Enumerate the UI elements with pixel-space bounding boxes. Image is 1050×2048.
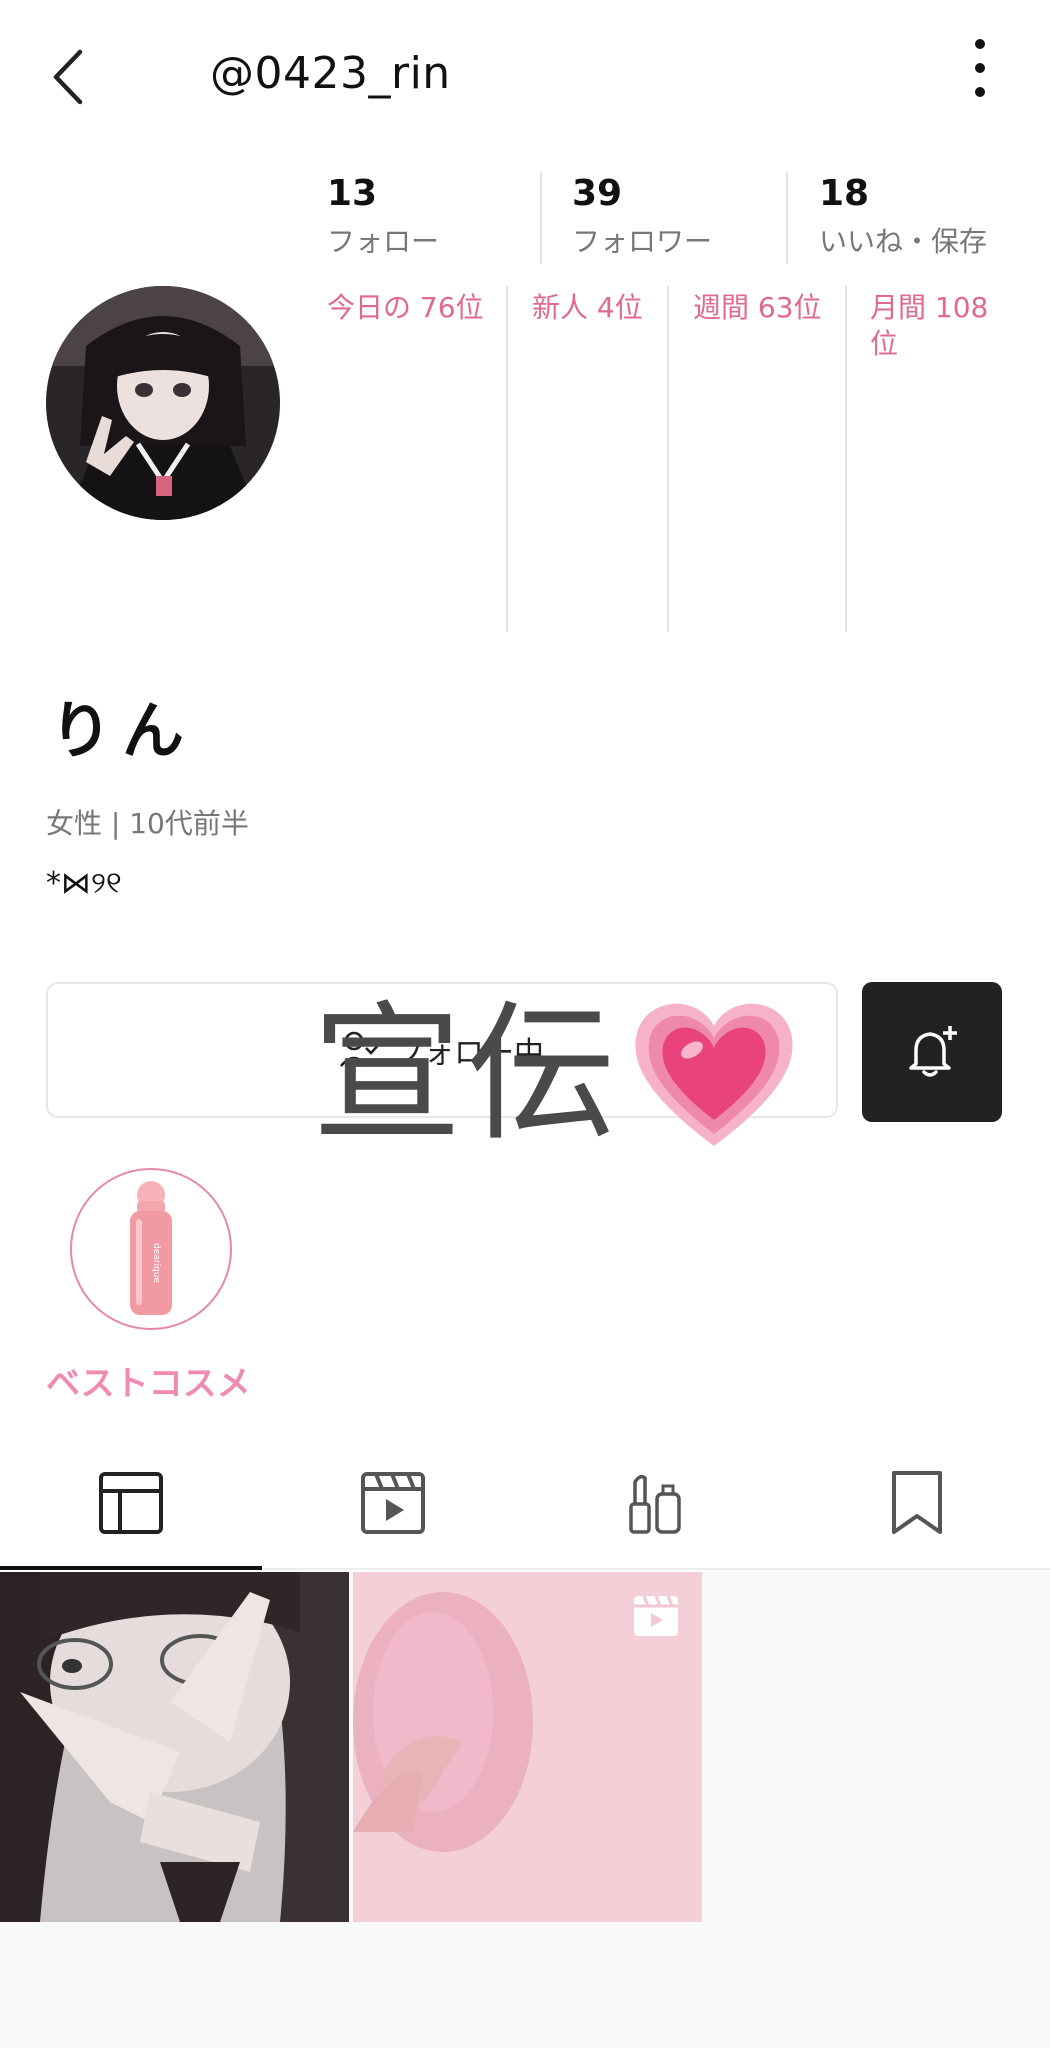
avatar[interactable] xyxy=(46,286,280,520)
more-dot xyxy=(975,87,985,97)
more-dot xyxy=(975,39,985,49)
more-dot xyxy=(975,63,985,73)
followers-label: フォロワー xyxy=(572,225,713,258)
grid-icon xyxy=(99,1472,163,1534)
likes-label: いいね・保存 xyxy=(819,225,988,258)
likes-count: 18 xyxy=(819,173,870,214)
rank-daily[interactable]: 今日の 76位 xyxy=(327,290,487,326)
chevron-left-icon xyxy=(53,49,83,105)
profile-bio: *⋈୨୧ xyxy=(46,866,122,901)
tab-posts-grid[interactable] xyxy=(0,1440,262,1566)
post-photo xyxy=(0,1572,349,1922)
following-button[interactable]: フォロー中 xyxy=(46,982,838,1118)
stat-followers[interactable]: 39 フォロワー xyxy=(572,170,712,260)
rank-divider xyxy=(667,286,669,632)
best-cosme-label: ベストコスメ xyxy=(46,1364,251,1404)
tab-selected-indicator xyxy=(0,1566,262,1570)
rank-weekly[interactable]: 週間 63位 xyxy=(693,290,833,326)
rank-newcomer[interactable]: 新人 4位 xyxy=(532,290,662,326)
product-brand: dearique xyxy=(151,1243,161,1283)
bookmark-icon xyxy=(892,1471,942,1534)
back-button[interactable] xyxy=(38,42,98,112)
lotion-bottle-image: dearique xyxy=(130,1181,172,1315)
best-cosme-item[interactable]: dearique ベストコスメ xyxy=(46,1168,256,1405)
more-options-button[interactable] xyxy=(955,28,1005,108)
post-grid xyxy=(0,1572,1050,2048)
display-name: りん xyxy=(50,694,195,767)
profile-username: @0423_rin xyxy=(210,48,451,99)
avatar-photo xyxy=(46,286,280,520)
profile-tab-bar xyxy=(0,1440,1050,1570)
cosmetics-icon xyxy=(629,1474,681,1534)
tab-cosmetics[interactable] xyxy=(524,1440,786,1566)
stat-divider xyxy=(540,172,542,264)
bell-plus-icon xyxy=(909,1026,957,1077)
best-cosme-thumbnail: dearique xyxy=(70,1168,232,1330)
following-count: 13 xyxy=(327,173,378,214)
stat-following[interactable]: 13 フォロー xyxy=(327,170,439,260)
video-icon xyxy=(361,1472,425,1534)
profile-meta: 女性 | 10代前半 xyxy=(46,807,249,840)
post-thumbnail[interactable] xyxy=(353,1572,702,1922)
notify-button[interactable] xyxy=(862,982,1002,1122)
stat-likes[interactable]: 18 いいね・保存 xyxy=(819,170,987,260)
post-thumbnail[interactable] xyxy=(0,1572,349,1922)
video-post-icon xyxy=(632,1594,680,1642)
rank-divider xyxy=(506,286,508,632)
tab-saved[interactable] xyxy=(786,1440,1048,1566)
following-label: フォロー xyxy=(327,225,440,258)
user-check-icon xyxy=(340,1031,382,1067)
following-label: フォロー中 xyxy=(394,1036,544,1071)
stat-divider xyxy=(786,172,788,264)
rank-divider xyxy=(845,286,847,632)
rank-monthly[interactable]: 月間 108 位 xyxy=(870,290,1005,362)
followers-count: 39 xyxy=(572,173,623,214)
tab-videos[interactable] xyxy=(262,1440,524,1566)
